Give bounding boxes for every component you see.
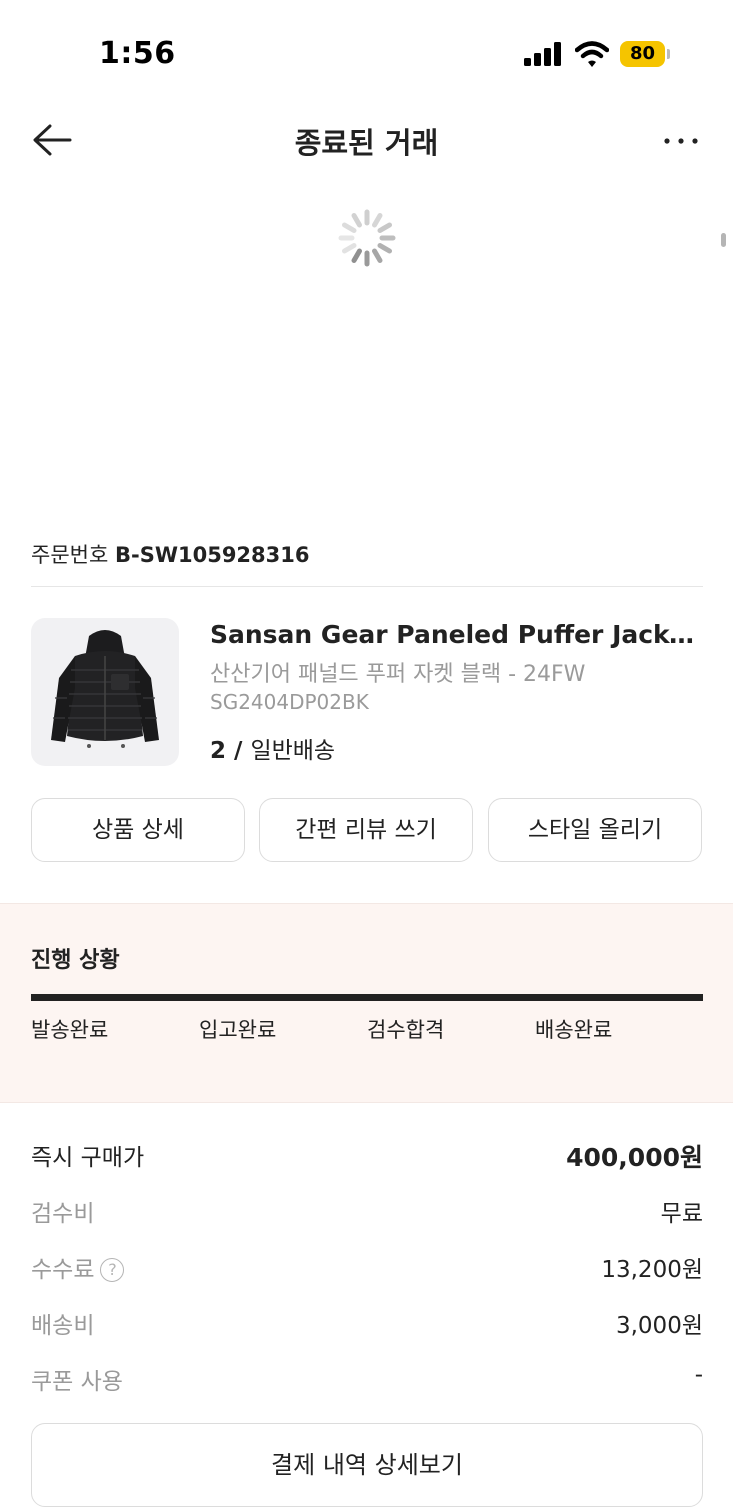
price-label: 배송비 <box>31 1313 95 1339</box>
progress-title: 진행 상황 <box>31 948 120 973</box>
price-value: - <box>694 1362 703 1388</box>
price-label: 즉시 구매가 <box>31 1145 145 1171</box>
price-row-inspection-fee: 검수비 무료 <box>31 1194 703 1228</box>
quick-review-button[interactable]: 간편 리뷰 쓰기 <box>259 798 473 862</box>
battery-indicator: 80 <box>620 41 670 67</box>
payment-details-button[interactable]: 결제 내역 상세보기 <box>31 1423 703 1507</box>
price-value: 무료 <box>660 1201 703 1227</box>
product-name-korean: 산산기어 패널드 푸퍼 자켓 블랙 - 24FW <box>210 662 586 687</box>
product-detail-button[interactable]: 상품 상세 <box>31 798 245 862</box>
battery-level: 80 <box>629 43 656 64</box>
progress-section: 진행 상황 발송완료 입고완료 검수합격 배송완료 <box>0 903 733 1103</box>
price-value: 400,000원 <box>566 1143 703 1172</box>
status-bar: 1:56 80 <box>0 0 733 100</box>
step-delivered: 배송완료 <box>535 1018 613 1042</box>
divider <box>31 586 703 587</box>
price-row-buy-now: 즉시 구매가 400,000원 <box>31 1138 703 1172</box>
loading-spinner-icon <box>338 209 396 267</box>
product-code: SG2404DP02BK <box>210 690 369 714</box>
price-label: 수수료 <box>31 1257 95 1283</box>
status-time: 1:56 <box>99 36 176 71</box>
price-label: 쿠폰 사용 <box>31 1369 123 1395</box>
scrollbar-thumb[interactable] <box>721 233 726 247</box>
more-options-icon[interactable] <box>656 118 706 162</box>
product-size: 2 <box>210 738 227 764</box>
product-name[interactable]: Sansan Gear Paneled Puffer Jacket Black … <box>210 620 705 649</box>
shipping-type: 일반배송 <box>250 738 336 764</box>
page-title: 종료된 거래 <box>294 126 439 160</box>
price-row-commission: 수수료? 13,200원 <box>31 1250 703 1284</box>
product-thumbnail[interactable] <box>31 618 179 766</box>
order-number-row: 주문번호 B-SW105928316 <box>31 539 310 569</box>
step-inspection-passed: 검수합격 <box>367 1018 445 1042</box>
price-value: 3,000원 <box>615 1313 703 1339</box>
progress-bar-fill <box>31 994 703 1001</box>
wifi-icon <box>575 41 609 67</box>
order-number-value: B-SW105928316 <box>114 543 310 567</box>
price-row-coupon: 쿠폰 사용 - <box>31 1362 703 1396</box>
option-separator: / <box>226 738 251 764</box>
price-label: 검수비 <box>31 1201 95 1227</box>
progress-bar <box>31 994 703 1001</box>
step-shipped: 발송완료 <box>31 1018 109 1042</box>
price-value: 13,200원 <box>601 1257 703 1283</box>
cellular-signal-icon <box>524 42 561 66</box>
price-label-group: 수수료? <box>31 1250 125 1284</box>
product-option: 2 / 일반배송 <box>210 731 335 765</box>
help-icon[interactable]: ? <box>100 1258 125 1282</box>
post-style-button[interactable]: 스타일 올리기 <box>488 798 702 862</box>
price-row-shipping-fee: 배송비 3,000원 <box>31 1306 703 1340</box>
step-received: 입고완료 <box>199 1018 277 1042</box>
order-number-label: 주문번호 <box>31 543 109 567</box>
